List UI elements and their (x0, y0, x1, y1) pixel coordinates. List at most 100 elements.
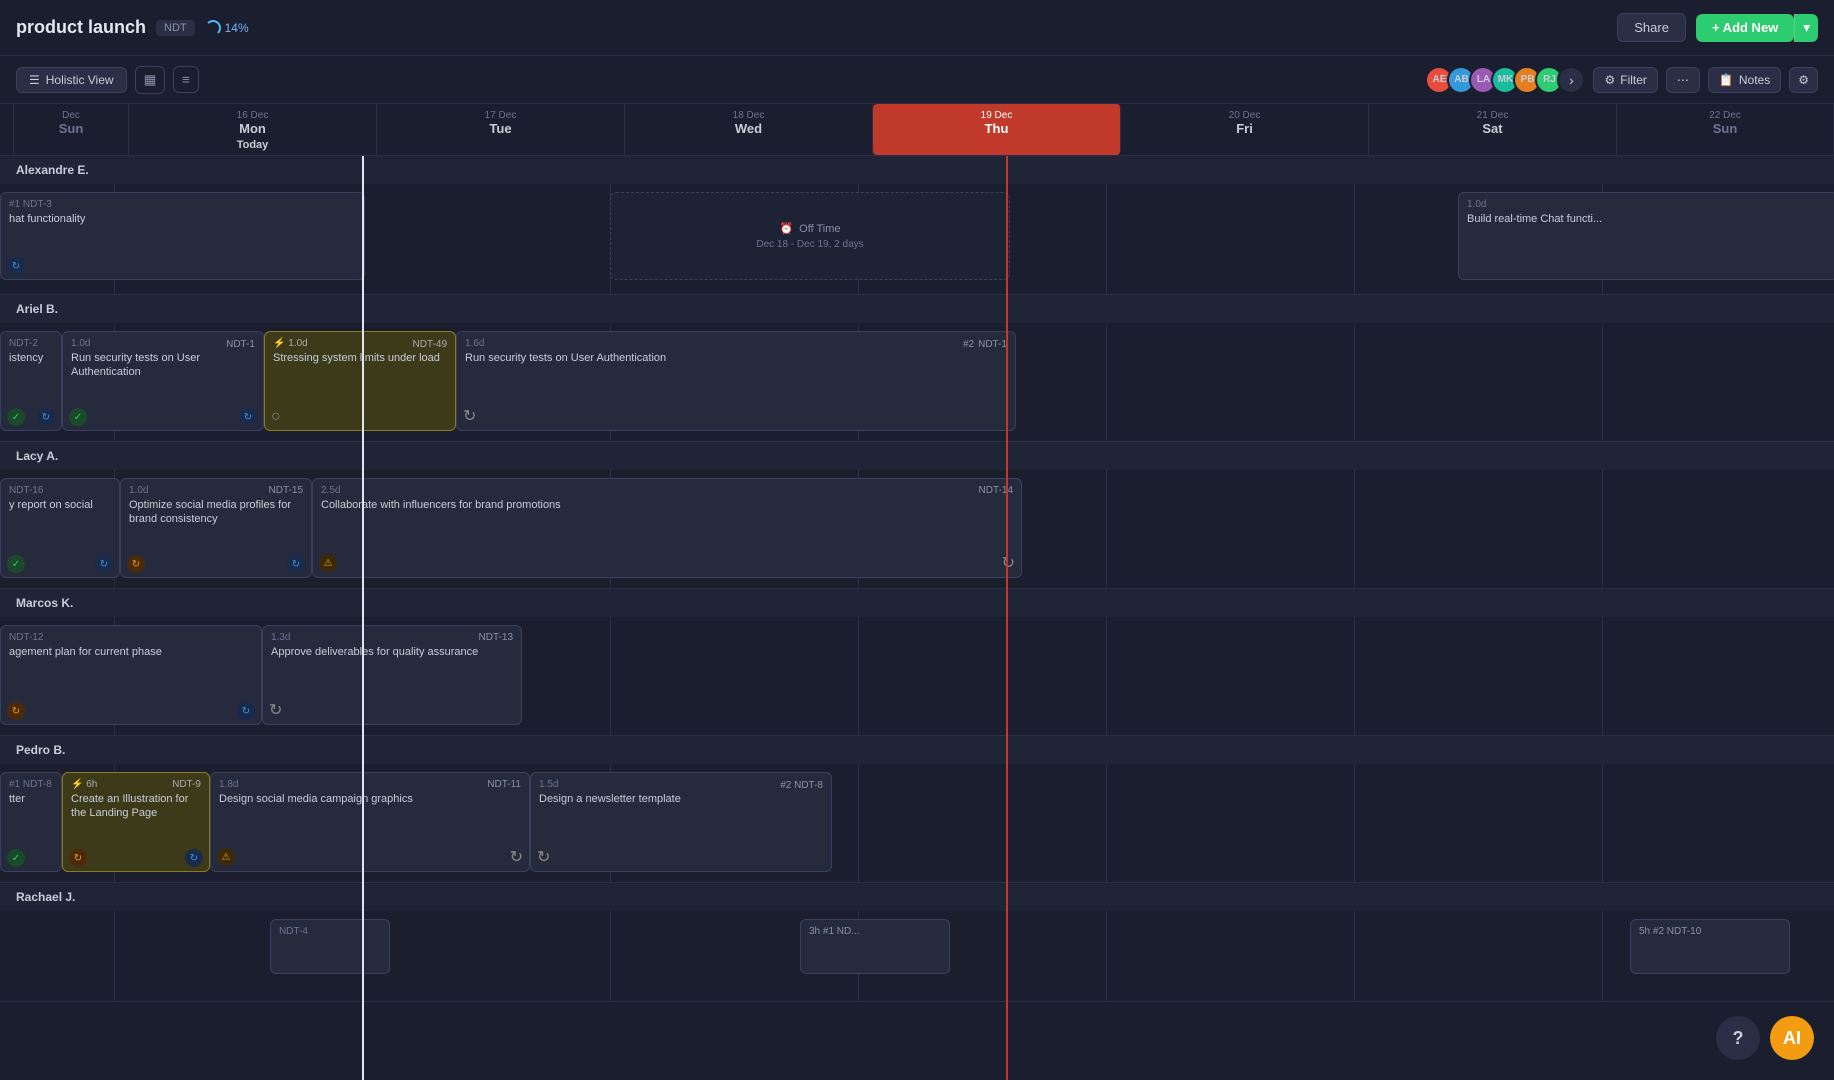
grid-line-7 (1602, 911, 1603, 1001)
date-18dec-top: 18 Dec (733, 110, 765, 121)
task-ariel-ndt49[interactable]: ⚡ 1.0d NDT-49 Stressing system limits un… (264, 331, 456, 431)
task-lacy-ndt14[interactable]: 2.5d NDT-14 Collaborate with influencers… (312, 478, 1022, 578)
task-ndt9-duration: ⚡ 6h (71, 779, 97, 790)
task-id-ndt49: NDT-49 (413, 339, 447, 350)
task-rachael-ndt10[interactable]: 5h #2 NDT-10 (1630, 919, 1790, 974)
task-ariel-ndt1-right[interactable]: 1.6d #2 NDT-1 Run security tests on User… (456, 331, 1016, 431)
status-ndt15b: ↻ (287, 555, 305, 573)
list-view-button[interactable]: ≡ (173, 66, 199, 93)
settings-button[interactable]: ⚙ (1789, 67, 1818, 93)
task-lacy-ndt16[interactable]: NDT-16 y report on social ✓ ↻ (0, 478, 120, 578)
task-ndt9-id: NDT-9 (172, 779, 201, 792)
status-ndt9b: ↻ (185, 849, 203, 867)
task-rachael-ndt4[interactable]: NDT-4 (270, 919, 390, 974)
more-icon: ⋯ (1677, 73, 1689, 87)
task-alexandre-ndt3-left[interactable]: #1 NDT-3 hat functionality ↻ (0, 192, 365, 280)
task-ndt16-title: y report on social (9, 498, 111, 512)
task-ndt8r-header: 1.5d #2 NDT-8 (539, 779, 823, 792)
ndt-badge: NDT (156, 20, 195, 36)
spinner-icon (205, 20, 221, 36)
share-button[interactable]: Share (1617, 13, 1686, 42)
notes-button[interactable]: 📋 Notes (1708, 67, 1781, 93)
task-rachael-small-label: 3h #1 ND... (809, 926, 941, 937)
task-ndt9-header: ⚡ 6h NDT-9 (71, 779, 201, 792)
grid-line-6 (1354, 617, 1355, 735)
date-dec-label: Dec (62, 110, 80, 121)
person-section-pedro: Pedro B. #1 NDT-8 tter ✓ (0, 736, 1834, 883)
task-title-ndt1r: Run security tests on User Authenticatio… (465, 351, 1007, 365)
task-ndt11-header: 1.8d NDT-11 (219, 779, 521, 792)
progress-indicator: 14% (205, 20, 249, 36)
circle-ndt14: ↻ (1002, 553, 1015, 573)
ai-button[interactable]: AI (1770, 1016, 1814, 1060)
add-new-dropdown-button[interactable]: ▾ (1794, 14, 1818, 42)
hamburger-icon: ☰ (29, 73, 40, 87)
more-options-button[interactable]: ⋯ (1666, 67, 1700, 93)
status-ndt8: ✓ (7, 849, 25, 867)
task-ndt12-title: agement plan for current phase (9, 645, 253, 659)
task-pedro-ndt8-left[interactable]: #1 NDT-8 tter ✓ (0, 772, 62, 872)
bar-chart-view-button[interactable]: ▦ (135, 66, 166, 94)
grid-line-5 (1106, 764, 1107, 882)
task-ndt14-title: Collaborate with influencers for brand p… (321, 498, 1013, 512)
person-section-lacy: Lacy A. NDT-16 y report on social (0, 442, 1834, 589)
circle-ndt8r: ↻ (537, 847, 550, 867)
person-section-ariel: Ariel B. NDT-2 istency ✓ (0, 295, 1834, 442)
off-time-label: Off Time (799, 223, 840, 235)
grid-line-5 (1106, 323, 1107, 441)
person-section-rachael: Rachael J. NDT-4 3h #1 N (0, 883, 1834, 1002)
task-duration-ndt1r: 1.6d (465, 338, 484, 349)
task-ndt2-id: NDT-2 (9, 338, 53, 349)
task-ndt8r-title: Design a newsletter template (539, 792, 823, 806)
task-marcos-ndt13[interactable]: 1.3d NDT-13 Approve deliverables for qua… (262, 625, 522, 725)
task-ndt10-label: 5h #2 NDT-10 (1639, 926, 1781, 937)
task-ndt14-footer: ⚠ ↻ (319, 553, 1015, 573)
task-marcos-ndt12[interactable]: NDT-12 agement plan for current phase ↻ … (0, 625, 262, 725)
date-17dec-top: 17 Dec (485, 110, 517, 121)
task-ndt14-header: 2.5d NDT-14 (321, 485, 1013, 498)
task-lacy-ndt15[interactable]: 1.0d NDT-15 Optimize social media profil… (120, 478, 312, 578)
task-ndt16-footer: ✓ ↻ (7, 555, 113, 573)
grid-line-4 (858, 764, 859, 882)
person-row-lacy: NDT-16 y report on social ✓ ↻ 1.0d NDT-1… (0, 470, 1834, 588)
avatar-more[interactable]: › (1557, 66, 1585, 94)
filter-button[interactable]: ⚙ Filter (1593, 67, 1657, 93)
timeline-content: Dec Sun 16 Dec Mon Today 17 Dec Tue 18 D… (0, 104, 1834, 1080)
circle-icon: ○ (271, 408, 281, 426)
date-21dec-top: 21 Dec (1477, 110, 1509, 121)
grid-line-1 (114, 911, 115, 1001)
task-pedro-ndt11[interactable]: 1.8d NDT-11 Design social media campaign… (210, 772, 530, 872)
task-ndt16-id: NDT-16 (9, 485, 111, 496)
off-time-block-alexandre: ⏰ Off Time Dec 18 - Dec 19, 2 days (610, 192, 1010, 280)
task-pedro-ndt9[interactable]: ⚡ 6h NDT-9 Create an Illustration for th… (62, 772, 210, 872)
date-sun2-label: Sun (1713, 121, 1738, 136)
grid-line-7 (1602, 617, 1603, 735)
person-header-lacy: Lacy A. (0, 442, 1834, 470)
task-ndt13-footer: ↻ (269, 700, 515, 720)
gear-icon: ⚙ (1798, 73, 1809, 87)
filter-icon: ⚙ (1604, 73, 1615, 87)
holistic-view-button[interactable]: ☰ Holistic View (16, 67, 127, 93)
task-ndt8-footer: ✓ (7, 849, 55, 867)
timeline-body[interactable]: Alexandre E. #1 NDT-3 hat functionality (0, 156, 1834, 1080)
status-ndt15-refresh: ↻ (127, 555, 145, 573)
task-alexandre-ndt3-right[interactable]: 1.0d Build real-time Chat functi... (1458, 192, 1834, 280)
task-ndt11-duration: 1.8d (219, 779, 238, 790)
task-rachael-ndt-small[interactable]: 3h #1 ND... (800, 919, 950, 974)
grid-line-6 (1354, 184, 1355, 294)
add-new-button[interactable]: + Add New (1696, 14, 1794, 42)
date-col-dec17: 17 Dec Tue (377, 104, 625, 155)
grid-line-3 (610, 911, 611, 1001)
task-ariel-ndt1-left[interactable]: 1.0d NDT-1 Run security tests on User Au… (62, 331, 264, 431)
task-header-yellow: ⚡ 1.0d NDT-49 (273, 338, 447, 351)
help-button[interactable]: ? (1716, 1016, 1760, 1060)
task-header-right: 1.6d #2 NDT-1 (465, 338, 1007, 351)
person-header-pedro: Pedro B. (0, 736, 1834, 764)
person-row-marcos: NDT-12 agement plan for current phase ↻ … (0, 617, 1834, 735)
task-ariel-ndt2[interactable]: NDT-2 istency ✓ ↻ (0, 331, 62, 431)
task-ndt2-footer: ✓ ↻ (7, 408, 55, 426)
task-pedro-ndt8-right[interactable]: 1.5d #2 NDT-8 Design a newsletter templa… (530, 772, 832, 872)
header-left: product launch NDT 14% (16, 17, 249, 38)
task-title-right: Build real-time Chat functi... (1467, 212, 1829, 226)
bottom-right-buttons: ? AI (1716, 1016, 1814, 1060)
